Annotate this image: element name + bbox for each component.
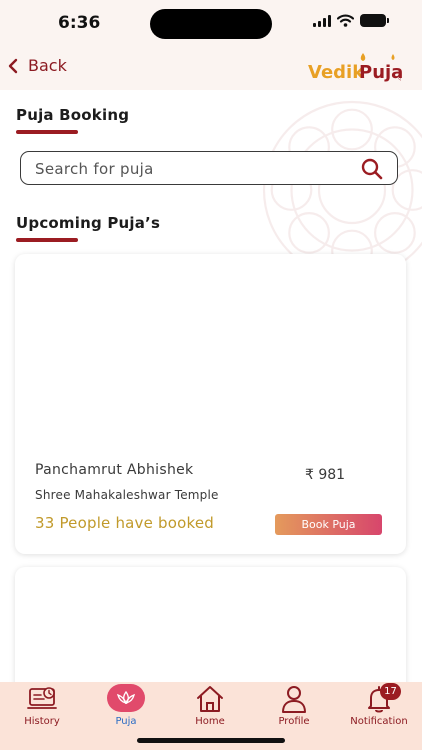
puja-booking-title: Puja Booking — [16, 106, 130, 124]
nav-item-puja[interactable]: Puja — [84, 684, 168, 727]
home-indicator[interactable] — [137, 738, 285, 743]
search-input[interactable] — [33, 152, 357, 185]
nav-label: Puja — [115, 716, 137, 727]
booked-count: 33 People have booked — [35, 514, 215, 532]
nav-label: Notification — [350, 716, 408, 727]
nav-item-notification[interactable]: 17 Notification — [336, 683, 422, 727]
search-icon[interactable] — [361, 158, 383, 180]
dynamic-island — [150, 9, 272, 39]
nav-item-profile[interactable]: Profile — [252, 684, 336, 727]
puja-card[interactable]: Panchamrut Abhishek ₹ 981 Shree Mahakale… — [15, 254, 406, 554]
title-underline — [16, 130, 78, 134]
nav-label: Profile — [278, 716, 310, 727]
lotus-icon — [107, 684, 145, 712]
nav-label: Home — [195, 716, 225, 727]
signal-icon — [313, 14, 331, 27]
battery-icon — [360, 14, 389, 27]
temple-name: Shree Mahakaleshwar Temple — [35, 488, 219, 502]
nav-item-home[interactable]: Home — [168, 684, 252, 727]
nav-label: History — [24, 716, 60, 727]
search-box[interactable] — [20, 151, 398, 185]
status-time: 6:36 — [58, 13, 101, 33]
status-bar: 6:36 — [0, 0, 422, 48]
wifi-icon — [337, 14, 354, 27]
book-puja-button[interactable]: Book Puja — [275, 514, 382, 535]
title-underline — [16, 238, 78, 242]
chevron-left-icon — [8, 58, 18, 73]
upcoming-puja-title: Upcoming Puja’s — [16, 214, 161, 232]
home-icon — [197, 686, 223, 712]
profile-icon — [282, 686, 306, 713]
nav-item-history[interactable]: History — [0, 684, 84, 727]
status-icons — [313, 14, 389, 27]
back-label: Back — [28, 56, 67, 75]
back-button[interactable]: Back — [8, 56, 67, 75]
nav-icon-wrap — [84, 684, 168, 714]
puja-name: Panchamrut Abhishek — [35, 462, 194, 478]
notification-badge: 17 — [380, 683, 401, 700]
puja-price: ₹ 981 — [305, 467, 346, 483]
history-icon — [27, 687, 57, 709]
